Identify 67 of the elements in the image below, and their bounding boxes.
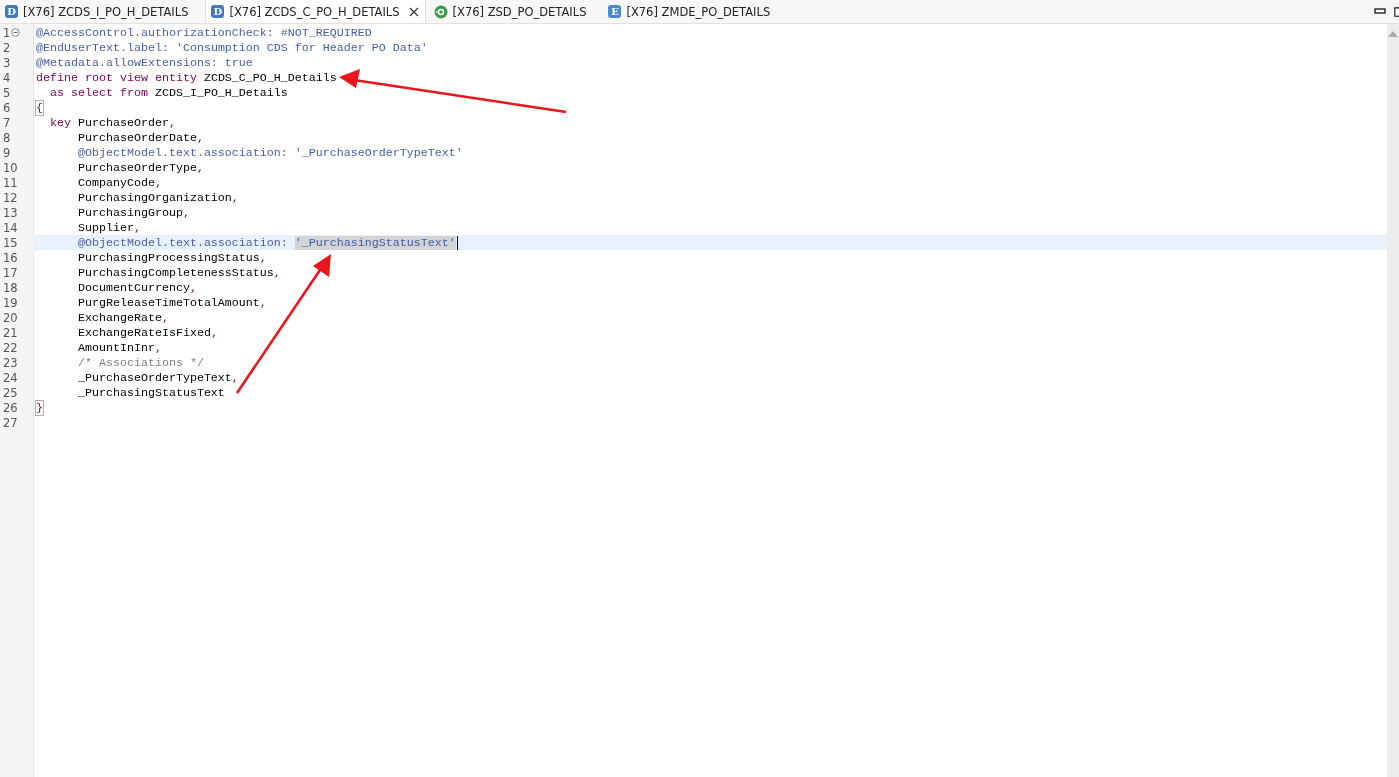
line-number: 17 <box>3 265 18 280</box>
line-number: 8 <box>3 130 11 145</box>
code-line: key PurchaseOrder, <box>49 115 176 130</box>
file-type-icon: D <box>5 5 18 18</box>
code-line: ExchangeRateIsFixed, <box>76 325 218 340</box>
file-type-icon: D <box>211 5 225 18</box>
line-number: 10 <box>3 160 18 175</box>
line-number: 16 <box>3 250 18 265</box>
editor-tab[interactable]: D [X76] ZCDS_C_PO_H_DETAILS <box>205 0 426 23</box>
line-number: 24 <box>3 370 18 385</box>
line-number: 4 <box>3 70 11 85</box>
code-line: PurchaseOrderType, <box>76 160 204 175</box>
line-number: 13 <box>3 205 18 220</box>
line-number: 19 <box>3 295 18 310</box>
code-line: PurchasingGroup, <box>76 205 190 220</box>
code-line: @EndUserText.label: 'Consumption CDS for Header PO Data' <box>36 40 428 55</box>
code-line: ExchangeRate, <box>76 310 169 325</box>
code-line: PurgReleaseTimeTotalAmount, <box>76 295 267 310</box>
code-line: /* Associations */ <box>76 355 204 370</box>
minimize-icon[interactable] <box>1374 7 1386 16</box>
code-line: AmountInInr, <box>76 340 162 355</box>
scrollbar[interactable] <box>1387 24 1399 777</box>
line-number: 21 <box>3 325 18 340</box>
line-number: 12 <box>3 190 18 205</box>
line-number: 5 <box>3 85 11 100</box>
text-cursor <box>456 235 458 250</box>
code-line: as select from ZCDS_I_PO_H_Details <box>49 85 288 100</box>
line-number: 6 <box>3 100 11 115</box>
code-line: DocumentCurrency, <box>76 280 197 295</box>
code-line: CompanyCode, <box>76 175 162 190</box>
line-number: 15 <box>3 235 18 250</box>
line-number: 26 <box>3 400 18 415</box>
line-number: 18 <box>3 280 18 295</box>
line-number: 27 <box>3 415 18 430</box>
code-line: define root view entity ZCDS_C_PO_H_Details <box>36 70 337 85</box>
editor-tab[interactable]: E [X76] ZMDE_PO_DETAILS <box>603 0 785 23</box>
code-line: { <box>36 100 43 115</box>
editor-tab[interactable]: D [X76] ZCDS_I_PO_H_DETAILS <box>0 0 203 23</box>
code-line: @AccessControl.authorizationCheck: #NOT_REQUIRED <box>36 25 372 40</box>
line-number: 9 <box>3 145 11 160</box>
close-icon[interactable] <box>408 6 419 17</box>
line-number: 7 <box>3 115 11 130</box>
code-line: @ObjectModel.text.association: '_PurchasingStatusText' <box>76 235 456 250</box>
line-number: 22 <box>3 340 18 355</box>
code-line: @Metadata.allowExtensions: true <box>36 55 253 70</box>
editor-tab[interactable]: [X76] ZSD_PO_DETAILS <box>428 0 601 23</box>
code-line: PurchasingCompletenessStatus, <box>76 265 281 280</box>
line-number: 25 <box>3 385 18 400</box>
line-number: 2 <box>3 40 11 55</box>
code-line: Supplier, <box>76 220 141 235</box>
line-number: 14 <box>3 220 18 235</box>
service-icon <box>433 4 448 19</box>
line-number: 20 <box>3 310 18 325</box>
code-line: @ObjectModel.text.association: '_PurchaseOrderTypeText' <box>76 145 463 160</box>
code-line: _PurchasingStatusText <box>76 385 225 400</box>
line-number: 11 <box>3 175 18 190</box>
collapse-icon[interactable] <box>11 28 21 37</box>
code-line: PurchasingOrganization, <box>76 190 239 205</box>
code-line: } <box>36 400 43 415</box>
line-number: 1 <box>3 25 11 40</box>
line-number: 3 <box>3 55 11 70</box>
file-type-icon: E <box>608 5 622 18</box>
code-line: PurchasingProcessingStatus, <box>76 250 267 265</box>
code-line: PurchaseOrderDate, <box>76 130 204 145</box>
maximize-icon[interactable] <box>1394 5 1399 18</box>
code-line: _PurchaseOrderTypeText, <box>76 370 239 385</box>
line-number: 23 <box>3 355 18 370</box>
